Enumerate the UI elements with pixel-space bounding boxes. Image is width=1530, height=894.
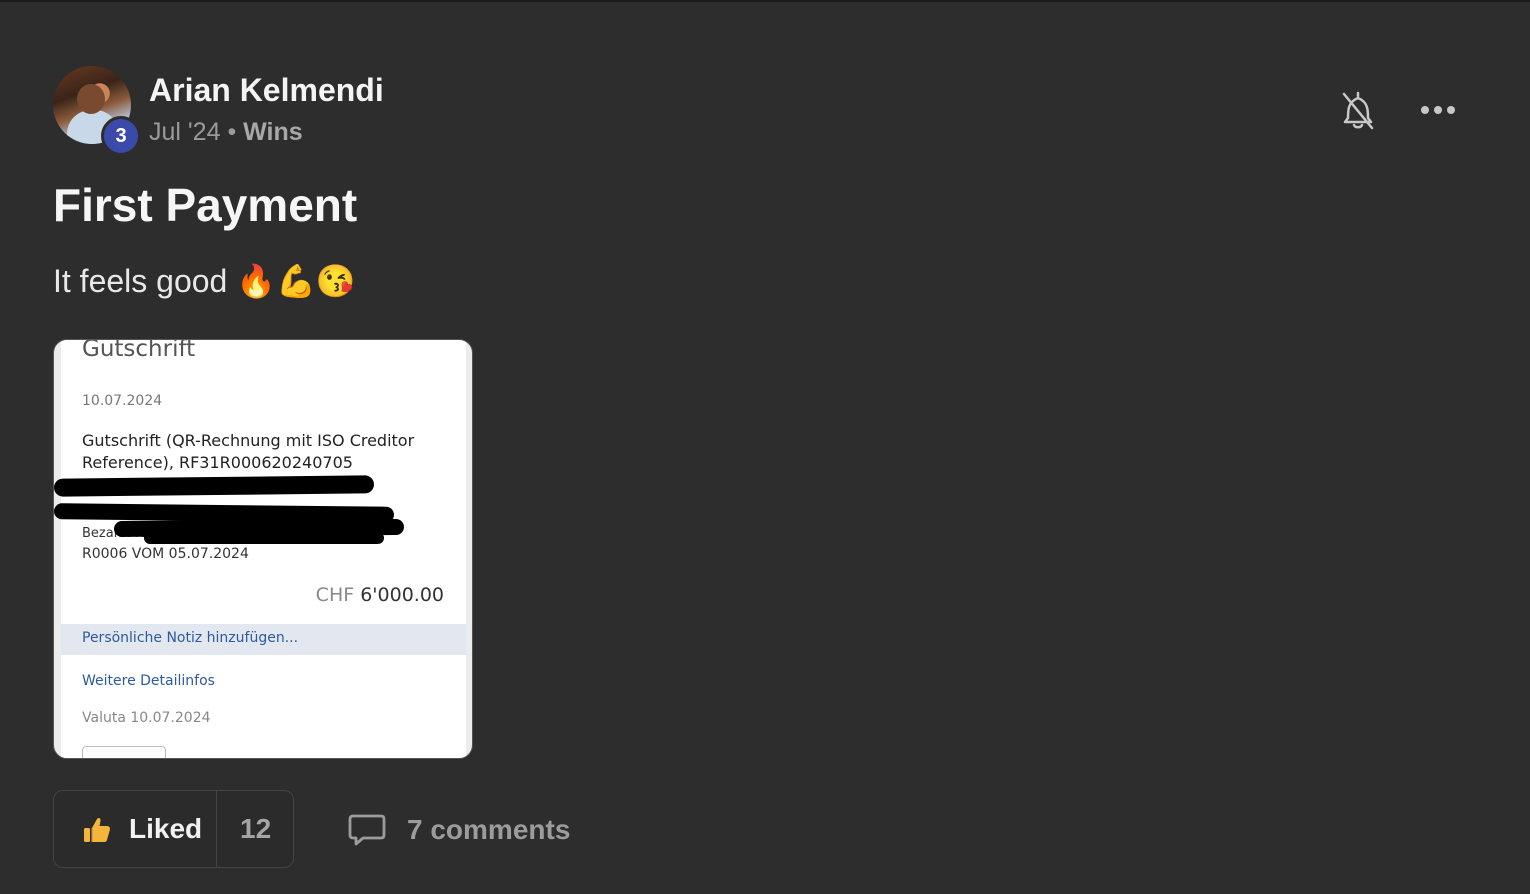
more-dot [1447, 106, 1455, 114]
post-title: First Payment [53, 179, 358, 231]
like-divider [216, 791, 217, 867]
avatar-figure-head [77, 84, 105, 114]
redaction-mark [144, 532, 384, 544]
like-button[interactable]: Liked [54, 791, 216, 867]
thumbs-up-icon [84, 817, 111, 842]
receipt-description: Gutschrift (QR-Rechnung mit ISO Creditor… [82, 431, 415, 472]
receipt-date: 10.07.2024 [82, 393, 163, 409]
comments-button[interactable]: 7 comments [347, 806, 570, 854]
receipt-note-link: Persönliche Notiz hinzufügen... [82, 630, 299, 646]
level-badge: 3 [101, 116, 141, 156]
receipt-screenshot: Gutschrift 10.07.2024 Gutschrift (QR-Rec… [61, 340, 466, 758]
post-body: It feels good 🔥💪😘 [53, 263, 356, 299]
post-category[interactable]: Wins [243, 118, 303, 146]
post-meta: Jul '24 • Wins [149, 118, 303, 147]
meta-separator: • [227, 118, 237, 146]
receipt-button-outline [82, 746, 166, 758]
like-group: Liked 12 [53, 790, 294, 868]
comments-label: 7 comments [407, 814, 571, 845]
more-options-icon[interactable] [1418, 96, 1458, 124]
comment-bubble-icon [348, 814, 386, 846]
author-name[interactable]: Arian Kelmendi [149, 72, 384, 109]
receipt-details-link: Weitere Detailinfos [82, 673, 215, 689]
like-label: Liked [129, 813, 203, 844]
more-dot [1421, 106, 1429, 114]
more-dot [1434, 106, 1442, 114]
receipt-heading: Gutschrift [82, 339, 196, 362]
like-count[interactable]: 12 [240, 813, 271, 845]
receipt-note-bar: Persönliche Notiz hinzufügen... [61, 624, 466, 655]
post-date[interactable]: Jul '24 [149, 118, 220, 146]
receipt-amount-value: 6'000.00 [360, 584, 444, 606]
receipt-amount: CHF 6'000.00 [316, 584, 444, 606]
receipt-currency: CHF [315, 584, 355, 606]
redaction-mark [54, 475, 375, 497]
receipt-reference: R0006 VOM 05.07.2024 [82, 546, 249, 562]
receipt-valuta: Valuta 10.07.2024 [82, 710, 211, 726]
top-border [0, 0, 1530, 2]
post-image[interactable]: Gutschrift 10.07.2024 Gutschrift (QR-Rec… [53, 339, 473, 759]
bell-off-icon[interactable] [1338, 88, 1378, 132]
